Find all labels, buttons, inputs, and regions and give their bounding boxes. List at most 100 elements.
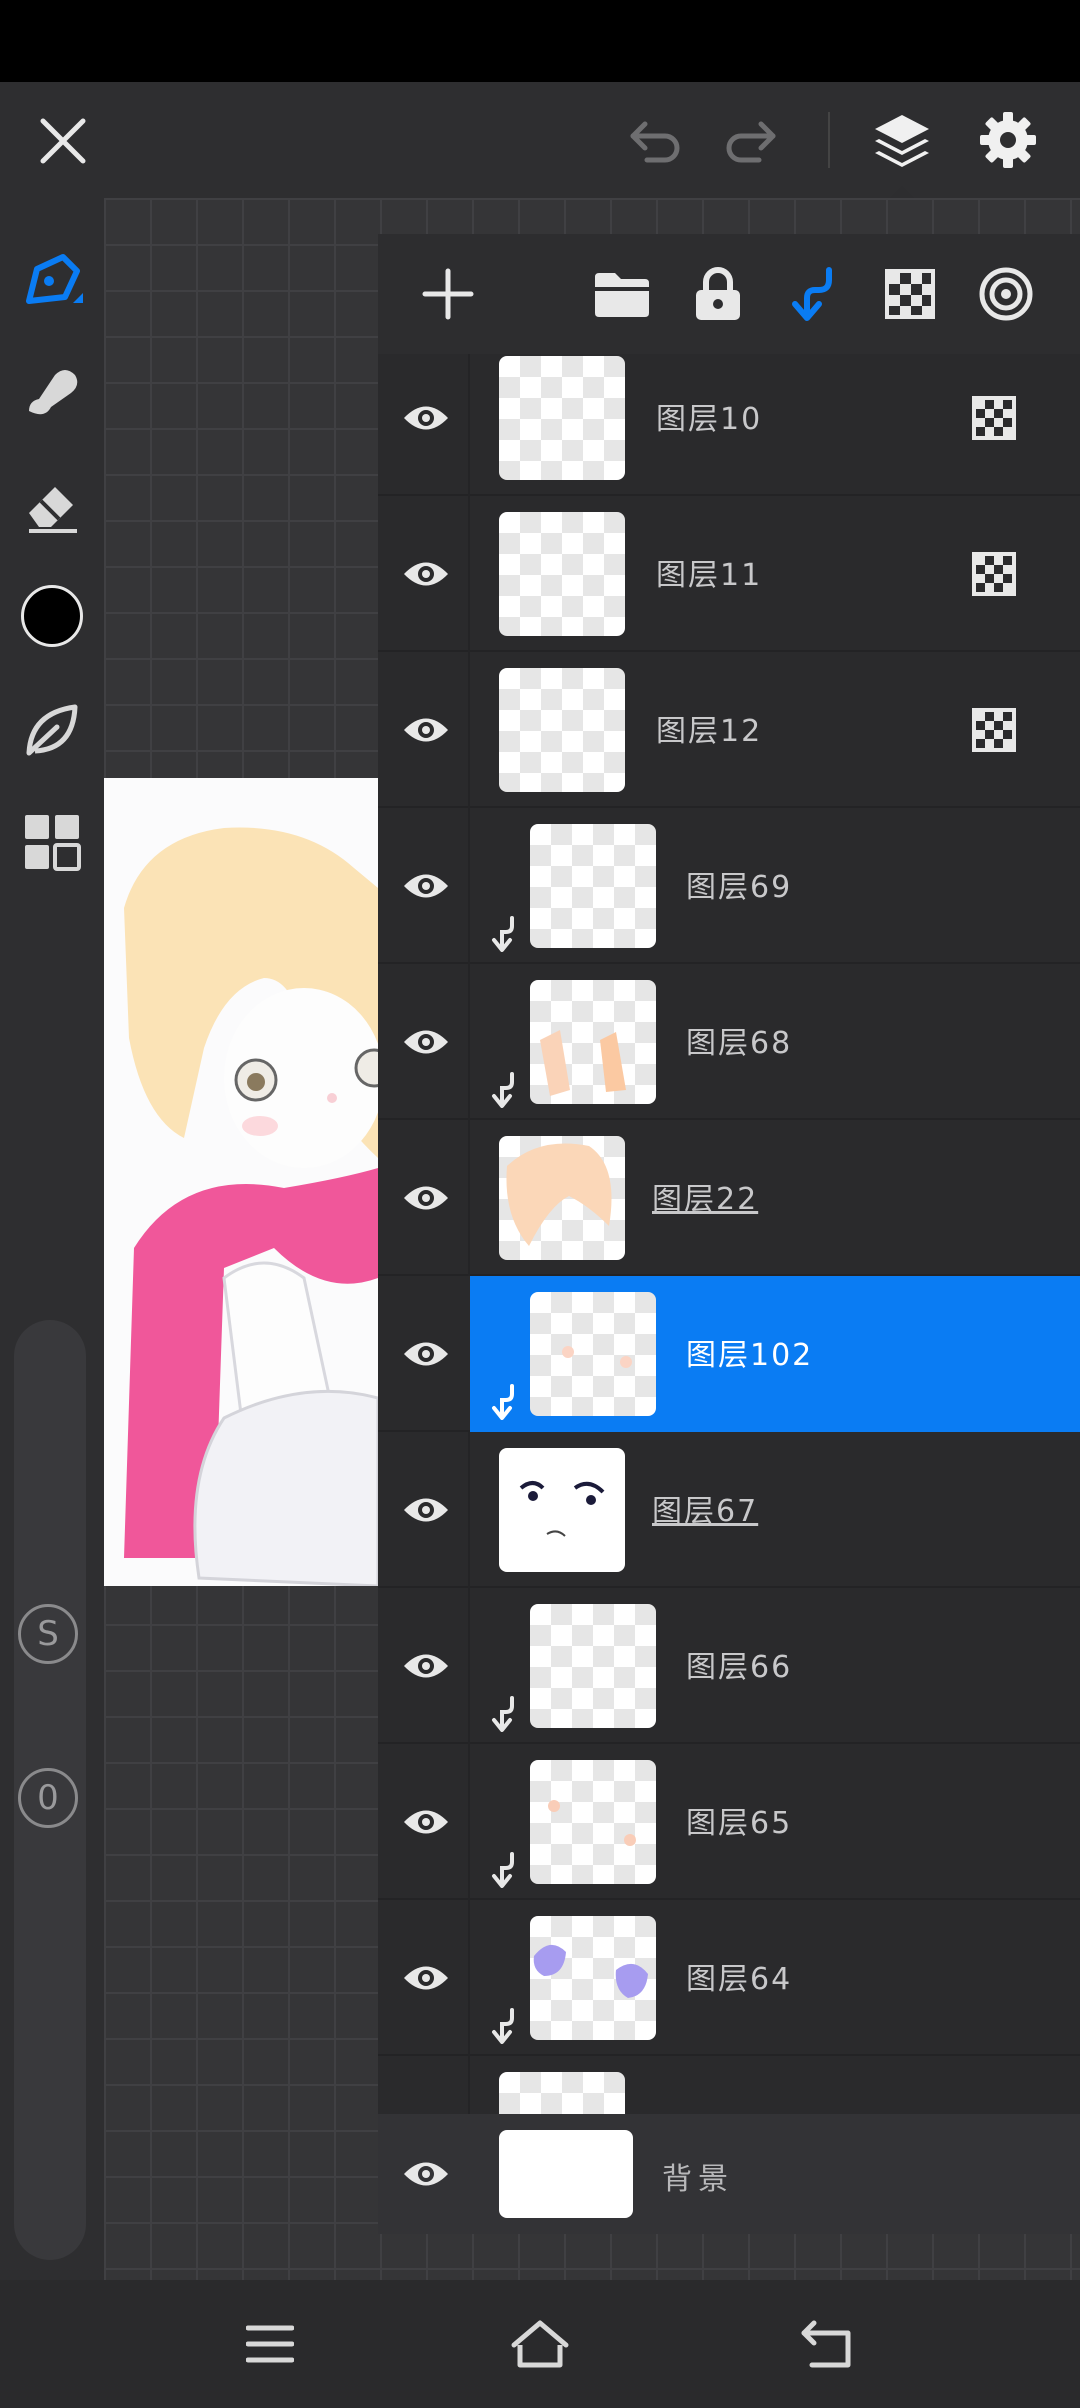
layer-thumbnail bbox=[530, 1292, 656, 1416]
layer-name: 图层69 bbox=[686, 870, 793, 905]
visibility-eye-icon[interactable] bbox=[396, 2144, 456, 2204]
layer-thumbnail bbox=[499, 512, 625, 636]
layer-name: 图层22 bbox=[652, 1182, 759, 1217]
close-icon[interactable] bbox=[30, 108, 96, 174]
layer-list[interactable]: 图层10 图层11 图层12 图层69 图层68 图层22 图层102 图层67… bbox=[378, 354, 1080, 2114]
layer-row[interactable]: 图层12 bbox=[378, 652, 1080, 808]
background-layer-name: 背景 bbox=[662, 2162, 734, 2197]
layer-row[interactable]: 图层68 bbox=[378, 964, 1080, 1120]
layers-icon[interactable] bbox=[866, 104, 938, 176]
layer-name: 图层67 bbox=[652, 1494, 759, 1529]
alpha-lock-icon[interactable] bbox=[972, 552, 1016, 596]
visibility-eye-icon[interactable] bbox=[396, 1792, 456, 1852]
gear-icon[interactable] bbox=[972, 104, 1044, 176]
visibility-eye-icon[interactable] bbox=[396, 700, 456, 760]
row-divider bbox=[468, 1900, 470, 2056]
layer-panel-header bbox=[378, 234, 1080, 354]
layer-thumbnail bbox=[530, 824, 656, 948]
clipping-arrow-icon bbox=[492, 916, 514, 952]
layer-name: 图层102 bbox=[686, 1338, 814, 1373]
visibility-eye-icon[interactable] bbox=[396, 1324, 456, 1384]
leaf-tool-icon[interactable] bbox=[14, 692, 90, 768]
layer-name: 图层66 bbox=[686, 1650, 793, 1685]
visibility-eye-icon[interactable] bbox=[396, 1012, 456, 1072]
layer-row[interactable]: 图层66 bbox=[378, 1588, 1080, 1744]
color-swatch[interactable] bbox=[14, 578, 90, 654]
row-divider bbox=[468, 1432, 470, 1588]
folder-icon[interactable] bbox=[586, 258, 658, 330]
blend-mode-icon[interactable] bbox=[970, 258, 1042, 330]
layer-thumbnail bbox=[499, 356, 625, 480]
row-divider bbox=[468, 1744, 470, 1900]
lock-icon[interactable] bbox=[682, 258, 754, 330]
add-layer-icon[interactable] bbox=[412, 258, 484, 330]
row-divider bbox=[468, 2056, 470, 2114]
layer-thumbnail bbox=[530, 1604, 656, 1728]
menu-icon[interactable] bbox=[240, 2314, 300, 2374]
visibility-eye-icon[interactable] bbox=[396, 1948, 456, 2008]
visibility-eye-icon[interactable] bbox=[396, 388, 456, 448]
alpha-lock-icon[interactable] bbox=[972, 396, 1016, 440]
undo-icon[interactable] bbox=[620, 108, 690, 174]
clip-icon[interactable] bbox=[778, 258, 850, 330]
top-bar bbox=[0, 82, 1080, 200]
redo-icon[interactable] bbox=[716, 108, 786, 174]
status-bar bbox=[0, 0, 1080, 82]
layer-name: 图层64 bbox=[686, 1962, 793, 1997]
grid-tool-icon[interactable] bbox=[14, 804, 90, 880]
clipping-arrow-icon bbox=[492, 1696, 514, 1732]
row-divider bbox=[468, 1120, 470, 1276]
system-nav-bar bbox=[0, 2280, 1080, 2408]
layer-name: 图层65 bbox=[686, 1806, 793, 1841]
row-divider bbox=[468, 496, 470, 652]
visibility-eye-icon[interactable] bbox=[396, 1636, 456, 1696]
back-icon[interactable] bbox=[796, 2314, 856, 2374]
visibility-eye-icon[interactable] bbox=[396, 1480, 456, 1540]
artwork-canvas[interactable] bbox=[104, 778, 378, 1586]
tool-sidebar: S 0 bbox=[0, 198, 104, 2280]
alpha-lock-icon[interactable] bbox=[972, 708, 1016, 752]
size-label: S bbox=[18, 1604, 78, 1664]
layer-thumbnail bbox=[530, 980, 656, 1104]
background-thumbnail bbox=[499, 2130, 633, 2218]
smudge-tool-icon[interactable] bbox=[14, 354, 90, 430]
layer-thumbnail bbox=[499, 1136, 625, 1260]
layer-row[interactable]: 图层11 bbox=[378, 496, 1080, 652]
layer-row[interactable]: 图层10 bbox=[378, 354, 1080, 496]
layer-row[interactable]: 图层69 bbox=[378, 808, 1080, 964]
layer-name: 图层68 bbox=[686, 1026, 793, 1061]
background-layer-row[interactable]: 背景 bbox=[378, 2114, 1080, 2234]
layer-row[interactable]: 图层67 bbox=[378, 1432, 1080, 1588]
eraser-tool-icon[interactable] bbox=[14, 466, 90, 542]
opacity-label: 0 bbox=[18, 1768, 78, 1828]
layer-row[interactable]: 图层64 bbox=[378, 1900, 1080, 2056]
visibility-eye-icon[interactable] bbox=[396, 544, 456, 604]
layer-row-partial[interactable] bbox=[378, 2056, 1080, 2114]
alpha-lock-icon[interactable] bbox=[874, 258, 946, 330]
clipping-arrow-icon bbox=[492, 2008, 514, 2044]
clipping-arrow-icon bbox=[492, 1072, 514, 1108]
row-divider bbox=[468, 1588, 470, 1744]
row-divider bbox=[468, 964, 470, 1120]
layer-row[interactable]: 图层22 bbox=[378, 1120, 1080, 1276]
clipping-arrow-icon bbox=[492, 1384, 514, 1420]
layer-thumbnail bbox=[499, 2072, 625, 2114]
home-icon[interactable] bbox=[510, 2314, 570, 2374]
layer-thumbnail bbox=[530, 1916, 656, 2040]
layer-thumbnail bbox=[530, 1760, 656, 1884]
row-divider bbox=[468, 354, 470, 496]
layer-name: 图层12 bbox=[656, 714, 763, 749]
brush-tool-icon[interactable] bbox=[14, 244, 90, 320]
clipping-arrow-icon bbox=[492, 1852, 514, 1888]
layer-thumbnail bbox=[499, 668, 625, 792]
layer-thumbnail bbox=[499, 1448, 625, 1572]
visibility-eye-icon[interactable] bbox=[396, 1168, 456, 1228]
layer-name: 图层10 bbox=[656, 402, 763, 437]
layer-row-selected[interactable]: 图层102 bbox=[378, 1276, 1080, 1432]
topbar-divider bbox=[828, 112, 830, 168]
layer-row[interactable]: 图层65 bbox=[378, 1744, 1080, 1900]
row-divider bbox=[468, 808, 470, 964]
layer-name: 图层11 bbox=[656, 558, 763, 593]
row-divider bbox=[468, 652, 470, 808]
visibility-eye-icon[interactable] bbox=[396, 856, 456, 916]
